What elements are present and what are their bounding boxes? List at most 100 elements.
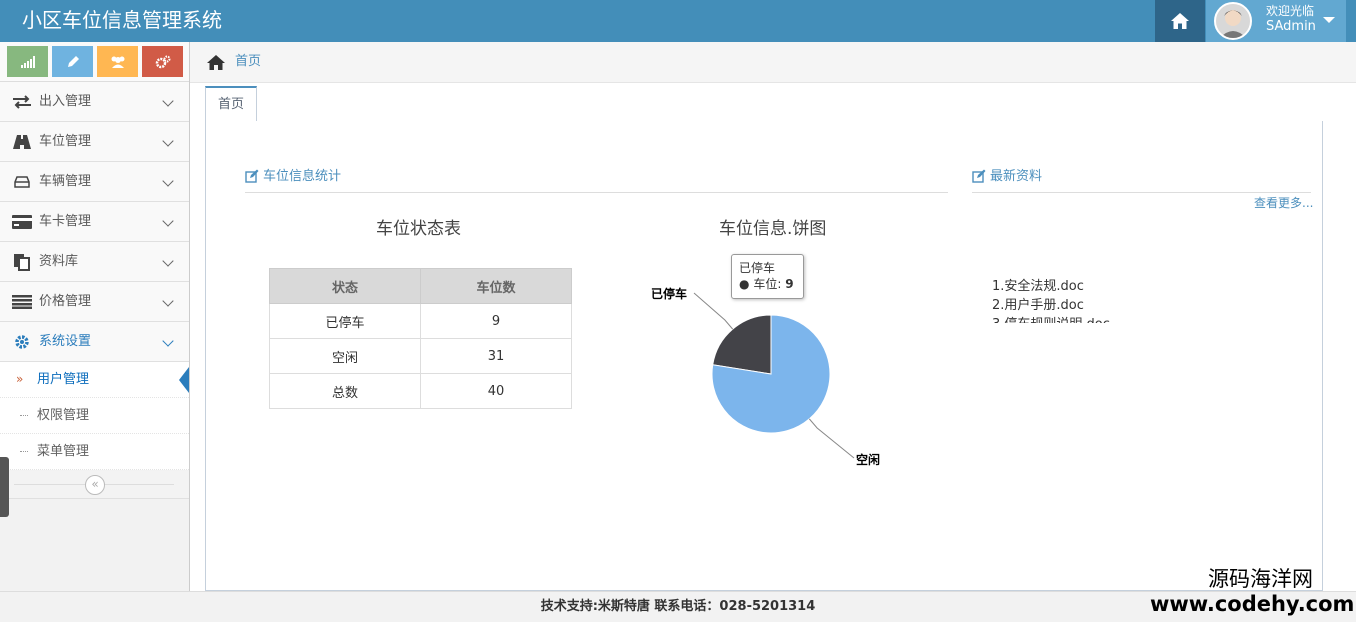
- sidebar-item-label: 车卡管理: [39, 214, 92, 229]
- pie-slice-0[interactable]: [712, 314, 772, 375]
- home-icon: [1171, 13, 1189, 29]
- collapse-sidebar-button[interactable]: «: [85, 475, 105, 495]
- pie-connector-1: [808, 418, 855, 459]
- tooltip-label: 已停车: [739, 261, 776, 275]
- docs-section-header: 最新资料: [972, 163, 1311, 193]
- tooltip-value-row: ● 车位: 9: [739, 277, 794, 291]
- active-pointer-icon: [179, 367, 189, 393]
- watermark-line1: 源码海洋网: [1208, 567, 1313, 591]
- double-angle-right-icon: »: [16, 372, 24, 386]
- top-navbar: 小区车位信息管理系统 欢迎光临 SAdmin: [0, 0, 1356, 42]
- table-header: 车位数: [420, 268, 572, 304]
- app-title[interactable]: 小区车位信息管理系统: [22, 7, 222, 33]
- edit-icon: [972, 169, 986, 183]
- list-icon: [12, 294, 32, 310]
- caret-down-icon: [1323, 17, 1335, 23]
- status-table-title: 车位状态表: [376, 219, 461, 239]
- table-cell: 空闲: [269, 338, 421, 374]
- chevron-down-icon: [162, 295, 174, 307]
- status-table: 状态 车位数 已停车 9 空闲 31 总数 40: [269, 268, 572, 409]
- sidebar-item-cards[interactable]: 车卡管理: [0, 202, 189, 242]
- chevron-down-icon: [162, 175, 174, 187]
- chevron-down-icon: [162, 95, 174, 107]
- chevron-down-icon: [162, 255, 174, 267]
- edit-icon: [245, 169, 259, 183]
- sidebar-item-label: 资料库: [39, 254, 79, 269]
- tab-home[interactable]: 首页: [205, 86, 257, 122]
- bullet-icon: ●: [739, 277, 750, 291]
- shortcut-settings-button[interactable]: [142, 46, 183, 77]
- table-cell: 31: [420, 338, 572, 374]
- chevron-down-icon: [162, 215, 174, 227]
- pie-connector-0: [693, 292, 734, 330]
- doc-item[interactable]: 2.用户手册.doc: [992, 296, 1112, 315]
- chevron-down-icon: [162, 135, 174, 147]
- table-row: 已停车 9: [269, 303, 572, 339]
- side-widget-handle[interactable]: [0, 457, 9, 517]
- sidebar-item-label: 车辆管理: [39, 174, 92, 189]
- sidebar-subitem-menus[interactable]: 菜单管理: [0, 434, 189, 470]
- sidebar-subitem-label: 用户管理: [37, 372, 90, 387]
- sidebar-item-vehicles[interactable]: 车辆管理: [0, 162, 189, 202]
- table-cell: 已停车: [269, 303, 421, 339]
- table-header: 状态: [269, 268, 421, 304]
- sidebar-collapse: «: [0, 471, 189, 499]
- sidebar-subitem-permissions[interactable]: 权限管理: [0, 398, 189, 434]
- tree-line: [20, 415, 28, 416]
- user-menu[interactable]: 欢迎光临 SAdmin: [1206, 0, 1346, 42]
- tree-line: [20, 451, 28, 452]
- pie-label-free: 空闲: [856, 453, 881, 467]
- home-icon: [207, 55, 225, 70]
- doc-list: 1.安全法规.doc 2.用户手册.doc 3.停车规则说明.doc: [992, 277, 1112, 323]
- pie-label-parked: 已停车: [651, 287, 688, 301]
- shortcut-stats-button[interactable]: [7, 46, 48, 77]
- sidebar-item-parking[interactable]: 车位管理: [0, 122, 189, 162]
- cogs-icon: [155, 55, 170, 68]
- doc-item[interactable]: 3.停车规则说明.doc: [992, 315, 1112, 323]
- view-more-link[interactable]: 查看更多...: [1254, 195, 1313, 211]
- sidebar-item-library[interactable]: 资料库: [0, 242, 189, 282]
- pie-tooltip: 已停车 ● 车位: 9: [731, 254, 804, 299]
- tooltip-value: 9: [785, 277, 794, 291]
- tooltip-series: 车位: [753, 277, 778, 291]
- table-cell: 总数: [269, 373, 421, 409]
- sidebar-item-label: 出入管理: [39, 94, 92, 109]
- table-cell: 40: [420, 373, 572, 409]
- gear-icon: [12, 334, 32, 350]
- table-row: 空闲 31: [269, 338, 572, 374]
- sidebar-shortcuts: [0, 42, 189, 82]
- chevron-down-icon: [162, 335, 174, 347]
- shortcut-users-button[interactable]: [97, 46, 138, 77]
- tab-bar: 首页: [205, 86, 1323, 122]
- watermark: 源码海洋网 www.codehy.com: [1150, 566, 1355, 616]
- breadcrumb-home-link[interactable]: 首页: [235, 53, 261, 71]
- stats-section-header: 车位信息统计: [245, 163, 948, 193]
- sidebar-subitem-label: 权限管理: [37, 408, 90, 423]
- sidebar-item-access[interactable]: 出入管理: [0, 82, 189, 122]
- users-icon: [111, 56, 124, 68]
- road-icon: [12, 134, 32, 150]
- sidebar-item-settings[interactable]: 系统设置: [0, 322, 189, 362]
- watermark-line2: www.codehy.com: [1150, 592, 1355, 616]
- sidebar-subitem-label: 菜单管理: [37, 444, 90, 459]
- stats-section-title: 车位信息统计: [263, 169, 342, 184]
- car-icon: [12, 174, 32, 190]
- sidebar-subitem-users[interactable]: » 用户管理: [0, 362, 189, 398]
- sidebar: 出入管理 车位管理 车辆管理 车卡管理 资料库 价格管理 系统设置 » 用户管理…: [0, 42, 190, 591]
- docs-section-title: 最新资料: [990, 169, 1043, 184]
- sidebar-item-pricing[interactable]: 价格管理: [0, 282, 189, 322]
- sidebar-item-label: 车位管理: [39, 134, 92, 149]
- sidebar-item-label: 系统设置: [39, 334, 92, 349]
- home-button[interactable]: [1155, 0, 1205, 42]
- doc-item[interactable]: 1.安全法规.doc: [992, 277, 1112, 296]
- pencil-icon: [67, 55, 79, 67]
- breadcrumb: 首页: [190, 42, 1356, 83]
- table-row: 总数 40: [269, 373, 572, 409]
- avatar: [1214, 2, 1252, 40]
- signal-icon: [20, 55, 35, 68]
- pie-chart-title: 车位信息.饼图: [719, 219, 827, 239]
- copy-icon: [12, 254, 32, 271]
- shortcut-edit-button[interactable]: [52, 46, 93, 77]
- exchange-icon: [12, 94, 32, 110]
- sidebar-item-label: 价格管理: [39, 294, 92, 309]
